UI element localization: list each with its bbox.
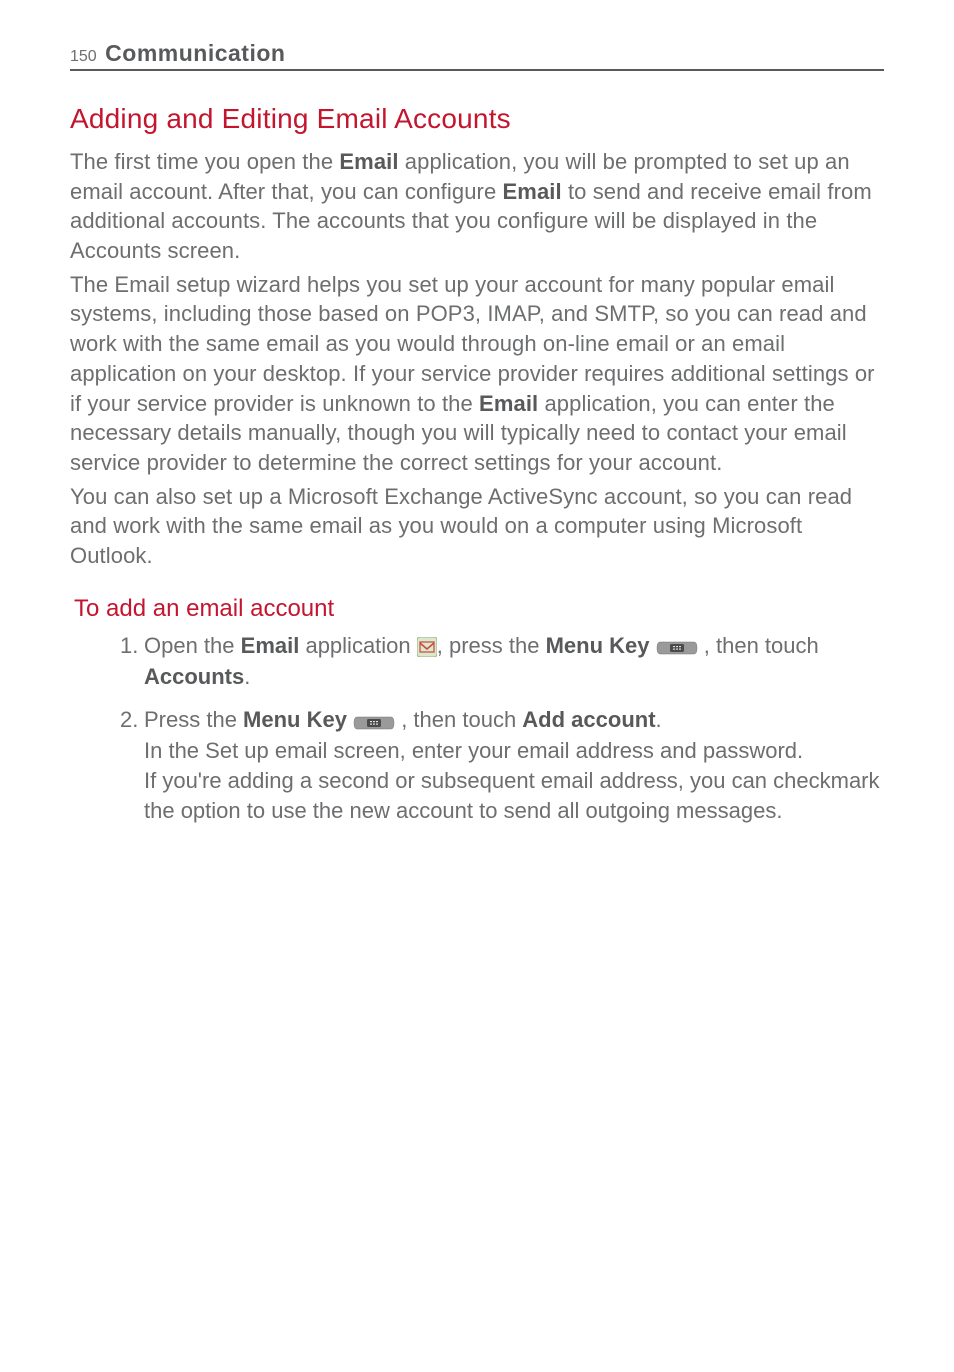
bold-menu-key: Menu Key (243, 707, 347, 732)
intro-paragraph-1: The first time you open the Email applic… (70, 147, 884, 266)
bold-menu-key: Menu Key (546, 633, 650, 658)
subsection-title: To add an email account (74, 595, 884, 623)
steps-list: 1. Open the Email application , press th… (120, 631, 884, 826)
page-header: 150 Communication (70, 40, 884, 71)
email-app-icon (417, 632, 437, 662)
text: , press the (437, 633, 546, 658)
menu-key-icon (353, 707, 395, 737)
bold-email: Email (241, 633, 300, 658)
bold-email: Email (339, 149, 398, 174)
text: . (656, 707, 662, 732)
step-1: 1. Open the Email application , press th… (120, 631, 884, 692)
intro-paragraph-3: You can also set up a Microsoft Exchange… (70, 482, 884, 571)
chapter-title: Communication (105, 40, 285, 66)
step-number: 1. (120, 631, 138, 661)
text: . (244, 664, 250, 689)
text: , then touch (395, 707, 522, 732)
text: Open the (144, 633, 241, 658)
step-2-line-3: If you're adding a second or subsequent … (144, 766, 884, 825)
intro-paragraph-2: The Email setup wizard helps you set up … (70, 270, 884, 478)
text: , then touch (698, 633, 819, 658)
bold-accounts: Accounts (144, 664, 244, 689)
text: Press the (144, 707, 243, 732)
bold-add-account: Add account (522, 707, 655, 732)
menu-key-icon (656, 632, 698, 662)
section-title: Adding and Editing Email Accounts (70, 103, 884, 135)
document-page: 150 Communication Adding and Editing Ema… (0, 0, 954, 899)
text: The first time you open the (70, 149, 339, 174)
bold-email: Email (503, 179, 562, 204)
page-number: 150 (70, 48, 97, 65)
step-2-line-2: In the Set up email screen, enter your e… (144, 736, 884, 766)
bold-email: Email (479, 391, 538, 416)
step-2: 2. Press the Menu Key , then touch Add a… (120, 705, 884, 825)
text: application (299, 633, 416, 658)
step-number: 2. (120, 705, 138, 735)
